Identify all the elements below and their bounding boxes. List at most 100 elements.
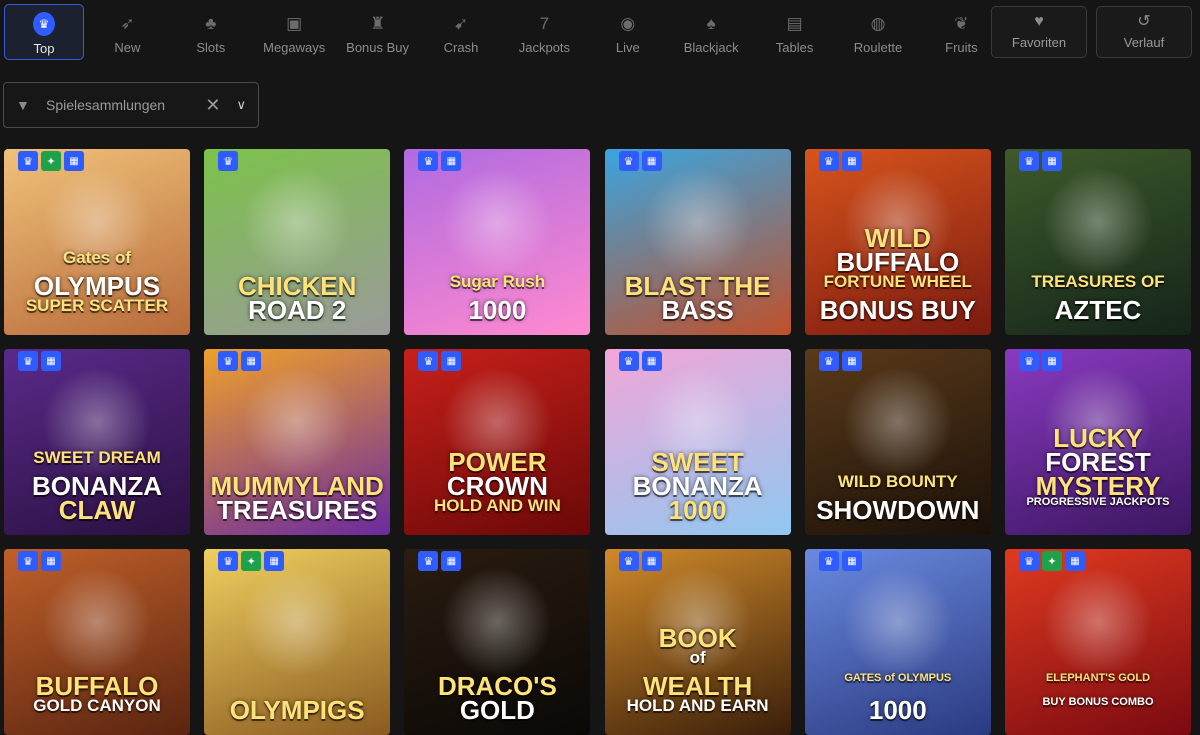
badge-group: ♛ ▦ [618,151,662,171]
heart-icon: ♥ [1034,13,1044,30]
badge-group: ♛ ▦ [618,551,662,571]
gift-badge-icon: ▦ [41,551,61,571]
tab-label: Megaways [263,40,326,55]
game-tile[interactable]: ♛ ▦ SWEET BONANZA 1000 [604,349,791,535]
category-nav: ♛ Top ➶ New ♣ Slots ▣ Megaways ♜ Bonus Buy ➹ Crash 7… [0,0,1200,66]
game-title-line: BUY BONUS COMBO [1042,696,1154,708]
gift-badge-icon: ▦ [264,551,285,571]
game-title-line: FORTUNE WHEEL [823,272,972,291]
crown-badge-icon: ♛ [418,551,439,571]
game-tile[interactable]: ♛ ▦ BOOK of WEALTH HOLD AND EARN [604,549,791,735]
clear-filter-icon[interactable]: ✕ [205,95,220,116]
history-icon: ↺ [1137,13,1151,30]
gift-badge-icon: ▦ [641,151,662,171]
game-title-line: GOLD [459,695,535,725]
game-tile[interactable]: ♛ ▦ GATES of OLYMPUS 1000 [804,549,991,735]
badge-group: ♛ ▦ [1019,351,1062,371]
tab-fruits[interactable]: ❦ Fruits [921,4,1001,60]
game-tile[interactable]: ♛ ▦ WILD BUFFALO FORTUNE WHEEL BONUS BUY [804,149,991,335]
tab-tables[interactable]: ▤ Tables [755,4,835,60]
game-title-line: GOLD CANYON [33,696,161,715]
tab-label: Top [33,41,55,56]
crown-badge-icon: ♛ [618,151,639,171]
tab-label: Fruits [945,40,978,55]
tab-crash[interactable]: ➹ Crash [421,4,501,60]
tab-label: Roulette [853,40,903,55]
game-title-line: PROGRESSIVE JACKPOTS [1026,496,1170,508]
badge-group: ♛ ▦ [418,351,462,371]
gift-badge-icon: ▦ [441,151,462,171]
game-artwork [642,167,753,277]
cards-icon: ♠ [706,13,716,33]
tab-megaways[interactable]: ▣ Megaways [254,4,334,60]
game-tile[interactable]: ♛ ✦ ▦ OLYMPIGS [204,549,391,735]
game-title-line: OLYMPIGS [229,695,365,725]
badge-group: ♛ ▦ [1019,151,1062,171]
tab-label: Live [615,40,640,55]
badge-group: ♛ ▦ [218,351,262,371]
tab-blackjack[interactable]: ♠ Blackjack [671,4,751,60]
game-tile[interactable]: ♛ ▦ MUMMYLAND TREASURES [204,349,391,535]
chevron-down-icon[interactable]: ∨ [236,97,246,113]
rocket-icon: ➶ [120,13,135,33]
game-tile[interactable]: ♛ ✦ ▦ Gates of OLYMPUS SUPER SCATTER [4,149,190,335]
game-title-line: WILD BOUNTY [837,472,958,491]
crown-badge-icon: ♛ [818,151,839,171]
game-tile[interactable]: ♛ ▦ DRACO'S GOLD [404,549,591,735]
game-title-line: SUPER SCATTER [25,296,169,315]
crown-badge-icon: ♛ [1019,551,1039,571]
gift-badge-icon: ▦ [441,551,462,571]
tab-bonus-buy[interactable]: ♜ Bonus Buy [338,4,418,60]
badge-group: ♛ ▦ [418,551,462,571]
crown-badge-icon: ♛ [218,351,239,371]
table-icon: ▤ [786,13,803,33]
gift-badge-icon: ▦ [1042,151,1062,171]
tab-live[interactable]: ◉ Live [588,4,668,60]
game-title-line: BASS [661,295,734,325]
game-tile[interactable]: ♛ ▦ LUCKY FOREST MYSTERY PROGRESSIVE JACKPOTS [1005,349,1191,535]
game-title-line: AZTEC [1054,295,1142,325]
badge-group: ♛ ▦ [818,351,862,371]
tab-jackpots[interactable]: 7 Jackpots [504,4,584,60]
funnel-icon: ▼ [16,97,30,113]
game-artwork [242,367,353,477]
favorites-button[interactable]: ♥ Favoriten [991,6,1087,58]
new-badge-icon: ✦ [41,151,61,171]
game-tile[interactable]: ♛ ▦ BLAST THE BASS [604,149,791,335]
gift-badge-icon: ▦ [841,351,862,371]
badge-group: ♛ ✦ ▦ [1019,551,1085,571]
game-artwork [242,167,353,277]
tab-label: New [114,40,141,55]
game-title-line: SHOWDOWN [816,495,980,525]
tab-slots[interactable]: ♣ Slots [171,4,251,60]
badge-group: ♛ ✦ ▦ [218,551,285,571]
collections-filter[interactable]: ▼ Spielesammlungen ✕ ∨ [3,82,259,128]
gift-badge-icon: ▦ [641,351,662,371]
game-tile[interactable]: ♛ ▦ SWEET DREAM BONANZA CLAW [4,349,190,535]
game-title-line: GATES of OLYMPUS [844,672,952,684]
tab-new[interactable]: ➶ New [87,4,167,60]
badge-group: ♛ ▦ [618,351,662,371]
tab-top[interactable]: ♛ Top [4,4,84,60]
game-tile[interactable]: ♛ ▦ TREASURES OF AZTEC [1005,149,1191,335]
history-button[interactable]: ↺ Verlauf [1096,6,1192,58]
game-tile[interactable]: ♛ ▦ BUFFALO GOLD CANYON [4,549,190,735]
game-title-line: HOLD AND WIN [433,496,561,515]
game-tile[interactable]: ♛ ▦ WILD BOUNTY SHOWDOWN [804,349,991,535]
gift-badge-icon: ▦ [1042,351,1062,371]
new-badge-icon: ✦ [1042,551,1062,571]
roulette-icon: ◍ [870,13,886,33]
game-tile[interactable]: ♛ ✦ ▦ ELEPHANT'S GOLD BUY BONUS COMBO [1005,549,1191,735]
crown-badge-icon: ♛ [218,551,239,571]
tab-label: Slots [196,40,226,55]
badge-group: ♛ ▦ [818,551,862,571]
game-tile[interactable]: ♛ ▦ POWER CROWN HOLD AND WIN [404,349,591,535]
badge-group: ♛ ▦ [418,151,462,171]
tab-roulette[interactable]: ◍ Roulette [838,4,918,60]
game-tile[interactable]: ♛ ▦ Sugar Rush 1000 [404,149,591,335]
game-artwork [242,567,353,677]
game-artwork [842,367,953,477]
game-tile[interactable]: ♛ CHICKEN ROAD 2 [204,149,391,335]
game-artwork [842,567,953,677]
gift-badge-icon: ▦ [841,551,862,571]
